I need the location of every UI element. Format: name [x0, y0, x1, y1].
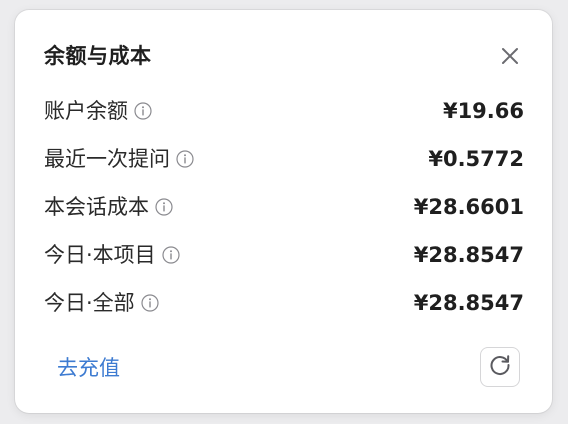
row-label: 今日·本项目	[44, 243, 156, 267]
row-account-balance: 账户余额 ¥19.66	[44, 96, 524, 126]
row-value: ¥19.66	[442, 99, 524, 123]
balance-cost-card: 余额与成本 账户余额 ¥19.66 最近一次提问 ¥0.5772 本会话成本 ¥…	[15, 10, 552, 413]
info-icon[interactable]	[162, 246, 180, 264]
row-value: ¥28.8547	[413, 243, 524, 267]
row-label: 本会话成本	[44, 195, 149, 219]
info-icon[interactable]	[134, 102, 152, 120]
row-value: ¥28.8547	[413, 291, 524, 315]
row-today-project: 今日·本项目 ¥28.8547	[44, 240, 524, 270]
refresh-icon	[487, 352, 513, 382]
dialog-title: 余额与成本	[44, 44, 152, 68]
row-value: ¥28.6601	[413, 195, 524, 219]
info-icon[interactable]	[155, 198, 173, 216]
info-icon[interactable]	[141, 294, 159, 312]
row-today-all: 今日·全部 ¥28.8547	[44, 288, 524, 318]
row-label: 最近一次提问	[44, 147, 170, 171]
row-last-question: 最近一次提问 ¥0.5772	[44, 144, 524, 174]
info-icon[interactable]	[176, 150, 194, 168]
recharge-link[interactable]: 去充值	[57, 353, 120, 383]
row-session-cost: 本会话成本 ¥28.6601	[44, 192, 524, 222]
row-label: 账户余额	[44, 99, 128, 123]
close-icon[interactable]	[498, 44, 522, 68]
refresh-button[interactable]	[480, 347, 520, 387]
row-label: 今日·全部	[44, 291, 135, 315]
row-value: ¥0.5772	[428, 147, 524, 171]
